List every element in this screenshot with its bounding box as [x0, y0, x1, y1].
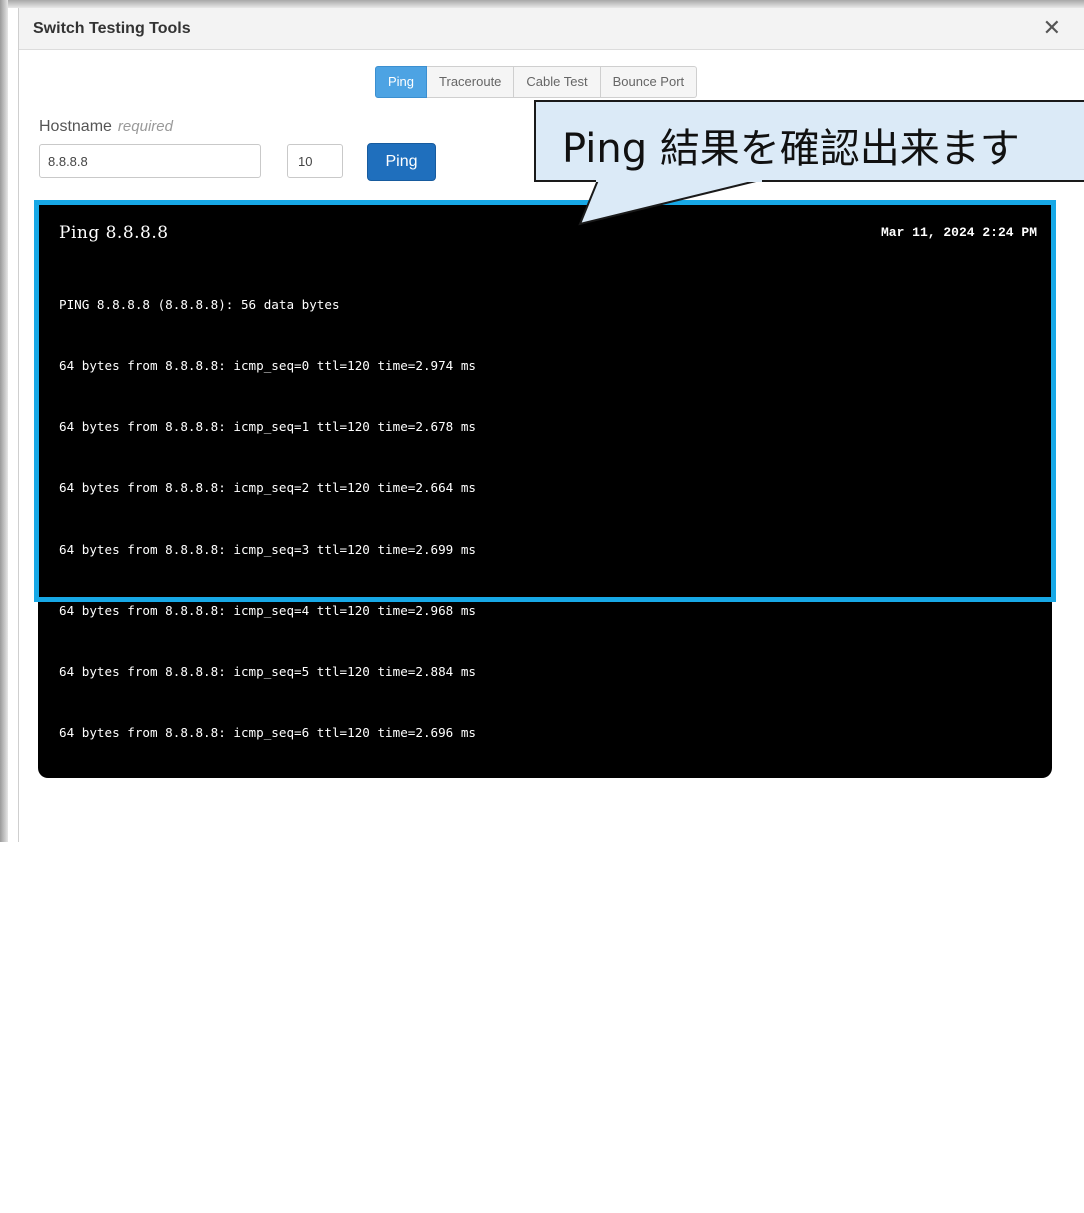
- count-input[interactable]: [287, 144, 343, 178]
- dialog-titlebar: Switch Testing Tools ✕: [19, 8, 1084, 50]
- hostname-label: Hostname required: [39, 118, 173, 136]
- hostname-input[interactable]: [39, 144, 261, 178]
- terminal-line: 64 bytes from 8.8.8.8: icmp_seq=5 ttl=12…: [59, 664, 477, 680]
- terminal-timestamp: Mar 11, 2024 2:24 PM: [880, 225, 1037, 240]
- left-shadow: [0, 0, 8, 842]
- top-shadow: [0, 0, 1084, 8]
- terminal-title: Ping 8.8.8.8: [59, 223, 169, 243]
- ping-result-terminal: Ping 8.8.8.8 Mar 11, 2024 2:24 PM PING 8…: [34, 200, 1056, 1169]
- dialog-title: Switch Testing Tools: [33, 20, 191, 37]
- hostname-label-text: Hostname: [39, 118, 112, 135]
- screenshot-frame: Switch Testing Tools ✕ Ping Traceroute C…: [0, 0, 1084, 1169]
- annotation-callout: Ping 結果を確認出来ます: [534, 100, 1084, 182]
- terminal-line: 64 bytes from 8.8.8.8: icmp_seq=2 ttl=12…: [59, 480, 477, 496]
- terminal-line: 64 bytes from 8.8.8.8: icmp_seq=9 ttl=12…: [59, 908, 477, 924]
- close-icon[interactable]: ✕: [1043, 16, 1061, 40]
- terminal-line: 64 bytes from 8.8.8.8: icmp_seq=8 ttl=12…: [59, 847, 477, 863]
- tab-traceroute[interactable]: Traceroute: [427, 66, 515, 98]
- terminal-line: 64 bytes from 8.8.8.8: icmp_seq=4 ttl=12…: [59, 602, 477, 618]
- terminal-line: 64 bytes from 8.8.8.8: icmp_seq=6 ttl=12…: [59, 725, 477, 741]
- tab-cable-test[interactable]: Cable Test: [514, 66, 601, 98]
- callout-pointer: [578, 178, 762, 226]
- tab-bounce-port[interactable]: Bounce Port: [600, 66, 698, 98]
- terminal-line: 64 bytes from 8.8.8.8: icmp_seq=3 ttl=12…: [59, 541, 477, 557]
- terminal-line: 64 bytes from 8.8.8.8: icmp_seq=7 ttl=12…: [59, 786, 477, 802]
- terminal-line: round-trip min/avg/max/stddev = 2.641/2.…: [59, 1153, 499, 1169]
- tool-tabs: Ping Traceroute Cable Test Bounce Port: [375, 66, 698, 98]
- terminal-line: 64 bytes from 8.8.8.8: icmp_seq=1 ttl=12…: [59, 419, 477, 435]
- terminal-line: --- 8.8.8.8 ping statistics ---: [59, 1031, 295, 1047]
- terminal-output: PING 8.8.8.8 (8.8.8.8): 56 data bytes 64…: [59, 254, 506, 1213]
- terminal-line: 64 bytes from 8.8.8.8: icmp_seq=0 ttl=12…: [59, 358, 477, 374]
- callout-text: Ping 結果を確認出来ます: [562, 126, 1020, 172]
- terminal-line: 10 packets transmitted, 10 packets recei…: [59, 1092, 507, 1108]
- terminal-line: PING 8.8.8.8 (8.8.8.8): 56 data bytes: [59, 296, 340, 312]
- tab-ping[interactable]: Ping: [375, 66, 428, 98]
- ping-button[interactable]: Ping: [367, 143, 436, 181]
- required-hint: required: [117, 118, 173, 135]
